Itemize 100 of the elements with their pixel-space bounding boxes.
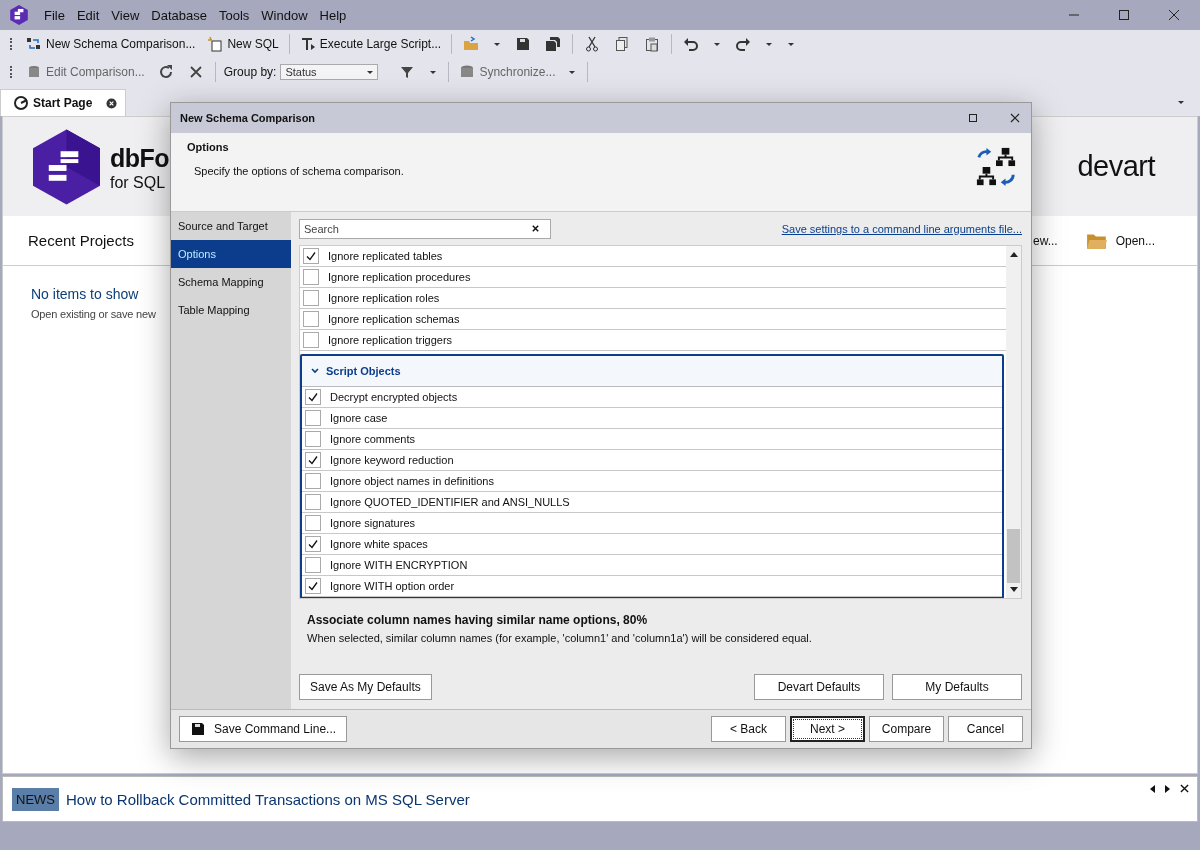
checkbox[interactable] [305,578,321,594]
wizard-button[interactable]: < Back [711,716,786,742]
news-headline-link[interactable]: How to Rollback Committed Transactions on MS SQL Server [66,790,470,808]
option-label: Ignore signatures [330,517,415,529]
filter-icon[interactable] [399,64,416,80]
next-icon[interactable] [1165,784,1170,793]
save-settings-link[interactable]: Save settings to a command line arguments file... [781,223,1022,235]
checkbox[interactable] [303,248,319,264]
close-icon[interactable] [1180,784,1189,793]
caret-icon[interactable] [569,70,576,74]
save-icon[interactable] [515,36,532,52]
scrollbar[interactable] [1006,246,1021,598]
checkbox[interactable] [305,536,321,552]
cut-icon[interactable] [584,36,601,52]
clear-icon[interactable] [531,224,540,233]
start-page-tab[interactable]: Start Page [0,89,127,116]
refresh-icon[interactable] [157,64,174,80]
option-label: Ignore keyword reduction [330,454,454,466]
save-icon [190,721,206,737]
vendor-logo: devart [1077,150,1155,183]
option-label: Ignore WITH option order [330,580,455,592]
menu-item[interactable]: Edit [76,7,100,23]
close-icon[interactable] [1009,112,1021,124]
folder-icon [1085,231,1108,250]
product-edition: for SQL [110,173,167,192]
option-label: Ignore object names in definitions [330,475,494,487]
devart-defaults-button[interactable]: Devart Defaults [754,674,884,700]
open-button[interactable]: Open... [1085,231,1155,250]
toolbar-grip[interactable] [10,66,14,78]
schema-compare-icon [975,145,1017,189]
menu-item[interactable]: View [111,7,140,23]
new-document-icon [207,36,224,52]
group-by-dropdown[interactable]: Status [280,64,379,80]
caret-icon[interactable] [714,42,721,46]
close-icon[interactable] [1168,9,1180,21]
wizard-step[interactable]: Source and Target [171,212,291,240]
recent-projects-heading: Recent Projects [28,232,134,249]
group-header[interactable]: Script Objects [302,356,1002,387]
maximize-icon[interactable] [967,112,979,124]
checkbox[interactable] [305,473,321,489]
checkbox[interactable] [303,311,319,327]
my-defaults-button[interactable]: My Defaults [892,674,1022,700]
dialog-title: New Schema Comparison [180,112,316,124]
checkbox[interactable] [305,452,321,468]
menu-item[interactable]: Window [261,7,308,23]
database-icon [459,64,476,80]
option-label: Ignore QUOTED_IDENTIFIER and ANSI_NULLS [330,496,570,508]
previous-icon[interactable] [1150,784,1155,793]
description-text: When selected, similar column names (for example, 'column1' and 'column1a') will be considered equal. [307,632,813,644]
save-all-icon[interactable] [545,36,562,52]
toolbar-grip[interactable] [10,38,14,50]
wizard-button[interactable]: Next > [790,716,865,742]
product-name: dbFo [110,142,170,174]
empty-state-title: No items to show [31,286,139,302]
checkbox[interactable] [303,332,319,348]
checkbox[interactable] [305,557,321,573]
option-label: Ignore replication roles [328,292,440,304]
save-as-my-defaults-button[interactable]: Save As My Defaults [299,674,432,700]
option-label: Ignore comments [330,433,415,445]
checkbox[interactable] [305,410,321,426]
schema-compare-icon [26,36,42,52]
new-schema-comparison-button[interactable]: New Schema Comparison... [20,34,202,54]
page-subtitle: Specify the options of schema comparison. [194,165,404,177]
search-field[interactable]: Search [299,219,551,239]
database-icon [26,64,42,80]
caret-icon[interactable] [766,42,773,46]
execute-large-script-button[interactable]: Execute Large Script... [293,34,448,54]
undo-icon[interactable] [683,36,700,52]
paste-icon[interactable] [644,36,661,52]
checkbox[interactable] [303,269,319,285]
new-link[interactable]: ew... [1032,233,1058,248]
option-label: Ignore case [330,412,388,424]
checkbox[interactable] [305,389,321,405]
menu-item[interactable]: File [44,7,65,23]
menu-item[interactable]: Database [151,7,207,23]
new-sql-button[interactable]: New SQL [201,34,285,54]
wizard-step[interactable]: Options [171,240,291,268]
checkbox[interactable] [305,515,321,531]
checkbox[interactable] [303,290,319,306]
menu-item[interactable]: Help [319,7,347,23]
caret-icon[interactable] [788,42,795,46]
caret-icon[interactable] [430,70,437,74]
wizard-step[interactable]: Table Mapping [171,296,291,324]
option-label: Decrypt encrypted objects [330,391,458,403]
wizard-button[interactable]: Compare [869,716,944,742]
open-folder-icon[interactable] [463,36,480,52]
save-command-line-button[interactable]: Save Command Line... [179,716,348,742]
maximize-icon[interactable] [1118,9,1130,21]
close-icon[interactable] [106,97,118,109]
start-page-icon [13,95,29,111]
close-icon[interactable] [187,64,204,80]
copy-icon[interactable] [614,36,631,52]
caret-icon[interactable] [1178,101,1184,104]
menu-item[interactable]: Tools [218,7,250,23]
checkbox[interactable] [305,431,321,447]
checkbox[interactable] [305,494,321,510]
caret-icon[interactable] [494,42,501,46]
redo-icon[interactable] [735,36,752,52]
wizard-button[interactable]: Cancel [948,716,1023,742]
wizard-step[interactable]: Schema Mapping [171,268,291,296]
